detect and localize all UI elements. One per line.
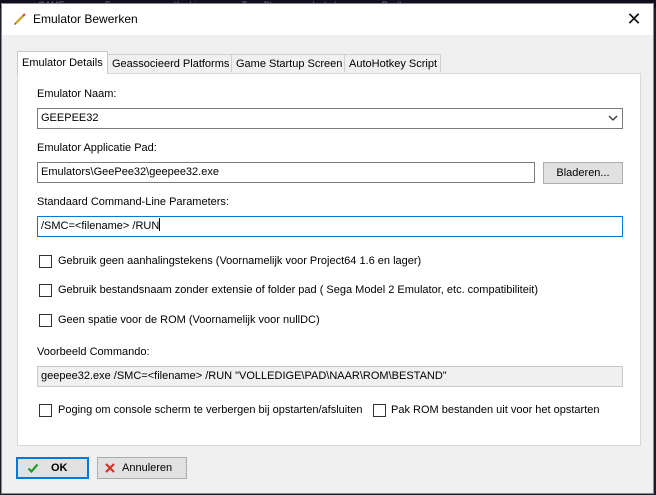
tab-game-startup-screen[interactable]: Game Startup Screen	[231, 54, 345, 72]
tab-label: AutoHotkey Script	[349, 58, 438, 70]
tab-label: Game Startup Screen	[236, 58, 343, 70]
tab-label: Geassocieerd Platforms	[112, 58, 230, 70]
cmdline-input[interactable]: /SMC=<filename> /RUN	[37, 216, 623, 237]
hide-console-checkbox[interactable]	[39, 404, 52, 417]
checkmark-icon	[27, 463, 39, 474]
unpack-rom-label[interactable]: Pak ROM bestanden uit voor het opstarten	[391, 404, 600, 416]
app-path-input[interactable]: Emulators\GeePee32\geepee32.exe	[37, 162, 535, 183]
tab-autohotkey-script[interactable]: AutoHotkey Script	[344, 54, 441, 72]
tab-panel-emulator-details: Emulator Naam: GEEPEE32 Emulator Applica…	[17, 73, 641, 446]
cmdline-label: Standaard Command-Line Parameters:	[37, 196, 229, 208]
ok-button[interactable]: OK	[16, 457, 89, 479]
title-bar[interactable]: Emulator Bewerken ✕	[2, 4, 653, 36]
emulator-edit-dialog: Emulator Bewerken ✕ Emulator Details Gea…	[1, 3, 654, 494]
app-path-label: Emulator Applicatie Pad:	[37, 142, 157, 154]
cancel-label: Annuleren	[122, 462, 173, 474]
no-space-checkbox[interactable]	[39, 314, 52, 327]
pencil-icon	[14, 13, 26, 25]
tab-geassocieerd-platforms[interactable]: Geassocieerd Platforms	[107, 54, 232, 72]
no-space-label[interactable]: Geen spatie voor de ROM (Voornamelijk vo…	[58, 314, 320, 326]
no-quotes-checkbox[interactable]	[39, 255, 52, 268]
tab-label: Emulator Details	[22, 57, 103, 69]
tab-emulator-details[interactable]: Emulator Details	[17, 51, 108, 74]
example-label: Voorbeeld Commando:	[37, 346, 150, 358]
text-caret	[159, 218, 161, 231]
emulator-name-label: Emulator Naam:	[37, 88, 117, 100]
dialog-title: Emulator Bewerken	[33, 12, 138, 26]
close-icon	[105, 463, 115, 473]
example-command-field: geepee32.exe /SMC=<filename> /RUN "VOLLE…	[37, 366, 623, 387]
chevron-down-icon	[608, 115, 618, 121]
close-icon: ✕	[626, 9, 642, 29]
close-button[interactable]: ✕	[615, 4, 653, 35]
no-extension-checkbox[interactable]	[39, 284, 52, 297]
browse-button[interactable]: Bladeren...	[543, 162, 623, 184]
emulator-name-combobox[interactable]: GEEPEE32	[37, 108, 623, 129]
cancel-button[interactable]: Annuleren	[97, 457, 187, 479]
unpack-rom-checkbox[interactable]	[373, 404, 386, 417]
hide-console-label[interactable]: Poging om console scherm te verbergen bi…	[58, 404, 363, 416]
cmdline-value: /SMC=<filename> /RUN	[41, 220, 160, 232]
example-command-value: geepee32.exe /SMC=<filename> /RUN "VOLLE…	[41, 370, 447, 382]
emulator-name-value: GEEPEE32	[41, 112, 99, 124]
browse-label: Bladeren...	[556, 167, 610, 179]
no-extension-label[interactable]: Gebruik bestandsnaam zonder extensie of …	[58, 284, 538, 296]
no-quotes-label[interactable]: Gebruik geen aanhalingstekens (Voornamel…	[58, 255, 421, 267]
app-path-value: Emulators\GeePee32\geepee32.exe	[41, 166, 219, 178]
ok-label: OK	[51, 462, 68, 474]
